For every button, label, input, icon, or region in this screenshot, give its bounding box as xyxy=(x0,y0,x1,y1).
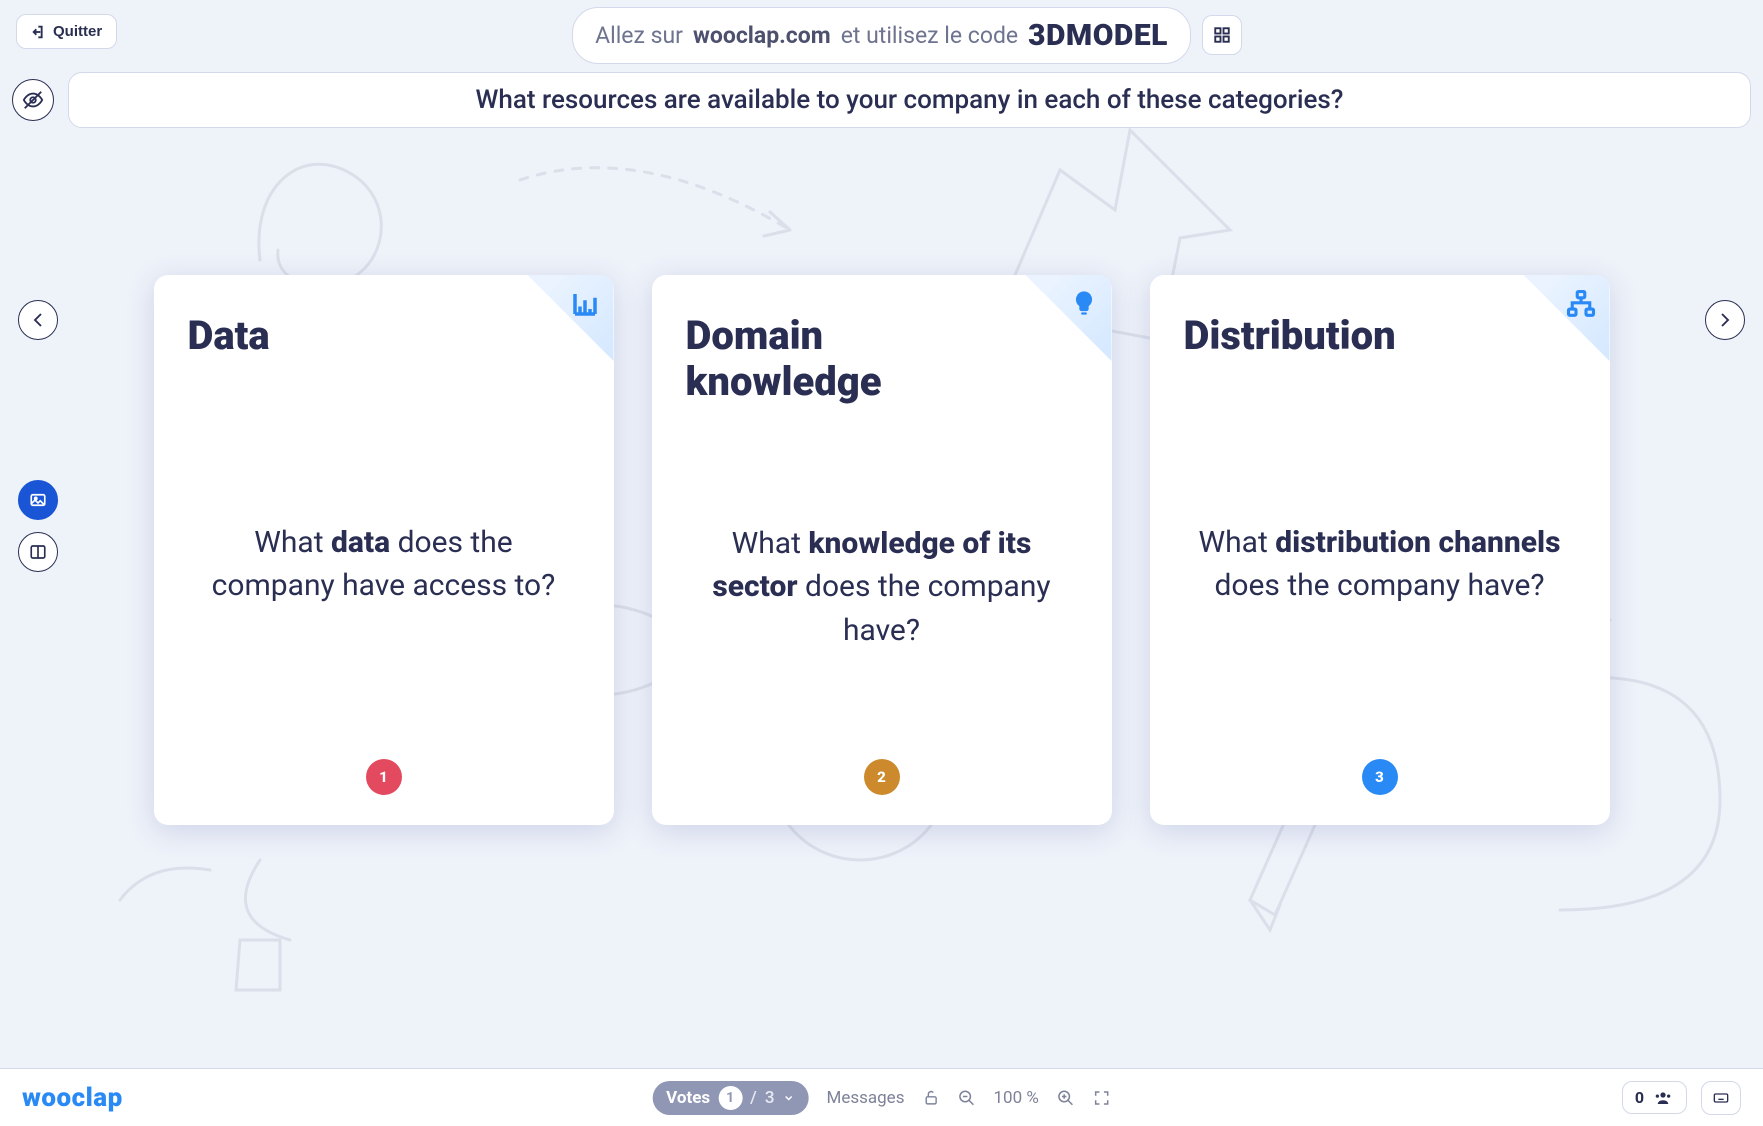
view-layout-button[interactable] xyxy=(18,532,58,572)
zoom-in-icon xyxy=(1057,1089,1075,1107)
card-corner xyxy=(1026,275,1112,361)
eye-off-icon xyxy=(22,89,44,111)
view-image-button[interactable] xyxy=(18,480,58,520)
zoom-out-icon xyxy=(957,1089,975,1107)
arrow-left-icon xyxy=(29,311,47,329)
question-text: What resources are available to your com… xyxy=(68,72,1751,128)
join-domain: wooclap.com xyxy=(693,22,831,49)
zoom-out-button[interactable] xyxy=(957,1089,975,1107)
lightbulb-icon xyxy=(1070,289,1098,317)
brand-logo: wooclap xyxy=(22,1083,123,1113)
participants-icon xyxy=(1652,1089,1674,1107)
arrow-right-icon xyxy=(1716,311,1734,329)
zoom-level: 100 % xyxy=(993,1088,1038,1108)
layout-icon xyxy=(29,543,47,561)
card-body: What knowledge of its sector does the co… xyxy=(686,415,1078,759)
card-data[interactable]: Data What data does the company have acc… xyxy=(154,275,614,825)
chevron-down-icon xyxy=(782,1092,794,1104)
bar-chart-icon xyxy=(570,289,600,319)
votes-total: 3 xyxy=(765,1088,775,1108)
votes-pill[interactable]: Votes 1 / 3 xyxy=(652,1081,808,1115)
zoom-in-button[interactable] xyxy=(1057,1089,1075,1107)
card-corner xyxy=(1524,275,1610,361)
quit-button[interactable]: Quitter xyxy=(16,14,117,49)
join-mid: et utilisez le code xyxy=(841,22,1018,49)
lock-button[interactable] xyxy=(922,1089,939,1106)
quit-label: Quitter xyxy=(53,23,102,40)
card-title: Domain knowledge xyxy=(686,313,1016,405)
participants-button[interactable]: 0 xyxy=(1622,1081,1687,1114)
fullscreen-button[interactable] xyxy=(1093,1089,1111,1107)
next-button[interactable] xyxy=(1705,300,1745,340)
card-title: Data xyxy=(188,313,518,359)
footer-bar: wooclap Votes 1 / 3 Messages 100 % 0 xyxy=(0,1068,1763,1126)
join-prefix: Allez sur xyxy=(595,22,683,49)
keyboard-button[interactable] xyxy=(1701,1081,1741,1115)
card-title: Distribution xyxy=(1184,313,1514,359)
votes-separator: / xyxy=(750,1088,757,1108)
network-icon xyxy=(1566,289,1596,319)
card-badge: 2 xyxy=(864,759,900,795)
participants-count: 0 xyxy=(1635,1088,1644,1107)
toggle-visibility-button[interactable] xyxy=(12,79,54,121)
messages-button[interactable]: Messages xyxy=(826,1088,904,1108)
prev-button[interactable] xyxy=(18,300,58,340)
votes-label: Votes xyxy=(666,1088,710,1108)
qr-code-button[interactable] xyxy=(1202,15,1242,55)
fullscreen-icon xyxy=(1093,1089,1111,1107)
image-icon xyxy=(29,491,47,509)
keyboard-icon xyxy=(1710,1090,1732,1106)
exit-icon xyxy=(29,24,45,40)
card-badge: 3 xyxy=(1362,759,1398,795)
unlock-icon xyxy=(922,1089,939,1106)
join-code: 3DMODEL xyxy=(1028,18,1168,53)
join-instructions: Allez sur wooclap.com et utilisez le cod… xyxy=(572,7,1191,64)
card-corner xyxy=(528,275,614,361)
qr-code-icon xyxy=(1213,26,1231,44)
card-domain-knowledge[interactable]: Domain knowledge What knowledge of its s… xyxy=(652,275,1112,825)
card-distribution[interactable]: Distribution What distribution channels … xyxy=(1150,275,1610,825)
card-badge: 1 xyxy=(366,759,402,795)
card-body: What distribution channels does the comp… xyxy=(1184,369,1576,759)
votes-count: 1 xyxy=(718,1086,742,1110)
card-body: What data does the company have access t… xyxy=(188,369,580,759)
